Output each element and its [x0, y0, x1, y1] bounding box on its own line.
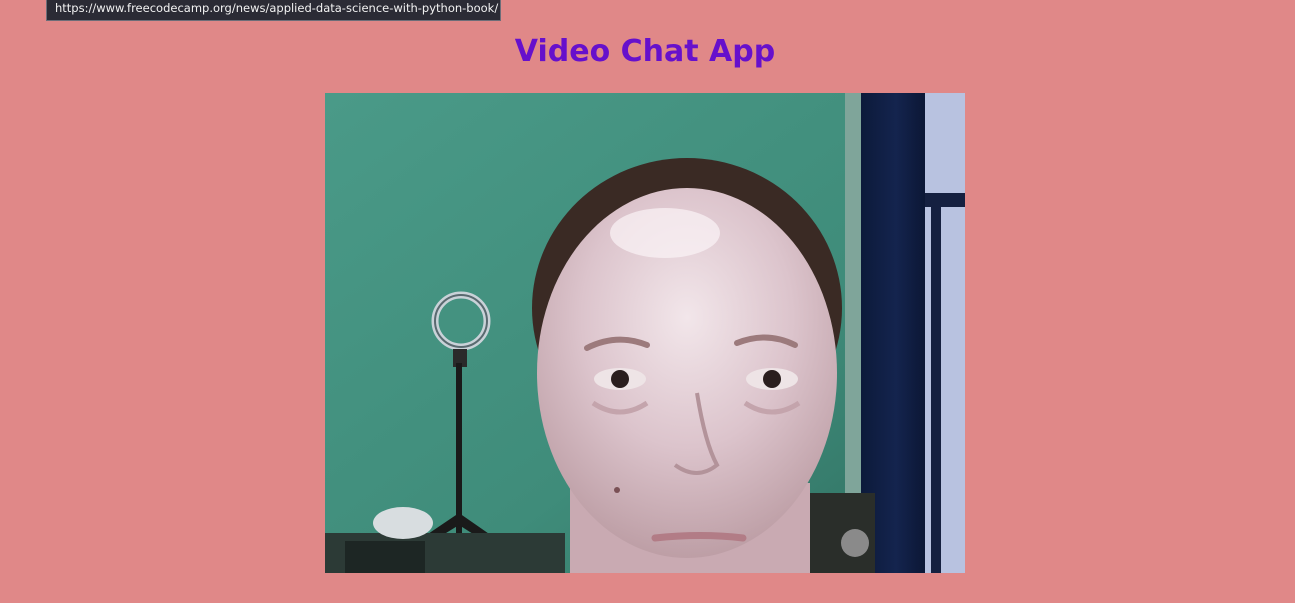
video-frame	[325, 93, 965, 573]
link-status-tooltip: https://www.freecodecamp.org/news/applie…	[46, 0, 501, 21]
tooltip-url: https://www.freecodecamp.org/news/applie…	[55, 1, 499, 15]
page-title: Video Chat App	[514, 34, 776, 69]
local-video[interactable]	[325, 93, 965, 573]
